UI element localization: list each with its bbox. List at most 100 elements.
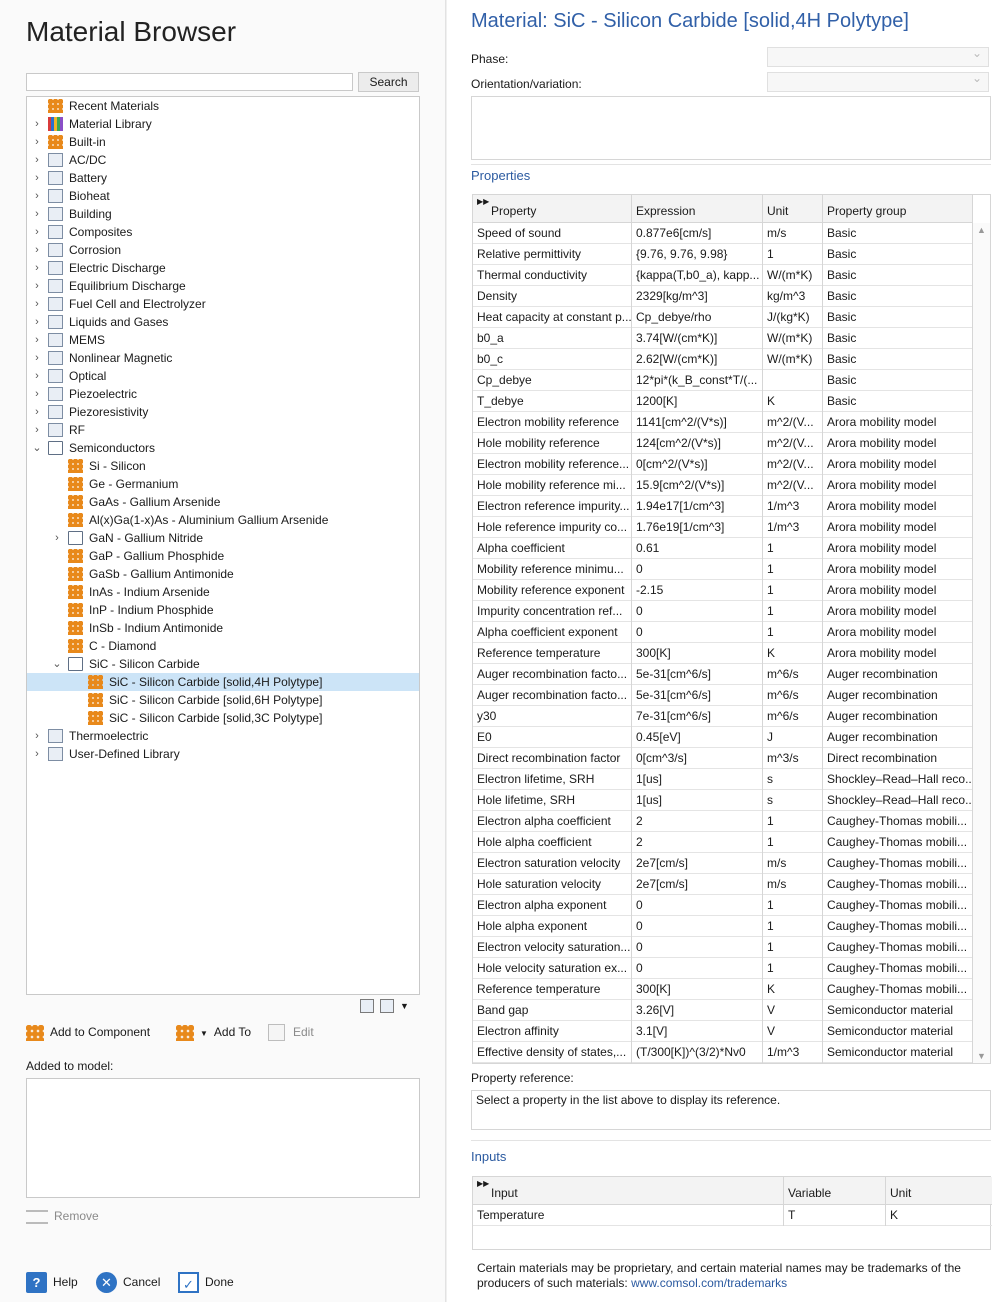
tree-item[interactable]: SiC - Silicon Carbide [solid,6H Polytype… [27, 691, 419, 709]
table-row[interactable]: Impurity concentration ref... 0 1 Arora mob… [473, 601, 973, 622]
table-row[interactable]: Cp_debye 12*pi*(k_B_const*T/(... Basic [473, 370, 973, 391]
tree-item[interactable]: Al(x)Ga(1-x)As - Aluminium Gallium Arsen… [27, 511, 419, 529]
column-header-unit[interactable]: Unit [763, 195, 823, 223]
properties-scrollbar[interactable]: ▲ ▼ [973, 223, 990, 1063]
scroll-up-icon[interactable]: ▲ [977, 225, 986, 235]
search-button[interactable]: Search [358, 72, 419, 92]
tree-item[interactable]: Recent Materials [27, 97, 419, 115]
table-row[interactable]: Speed of sound 0.877e6[cm/s] m/s Basic [473, 223, 973, 244]
column-header-unit[interactable]: Unit [886, 1177, 992, 1205]
tree-item[interactable]: SiC - Silicon Carbide [solid,4H Polytype… [27, 673, 419, 691]
chevron-right-icon[interactable]: › [32, 205, 42, 223]
column-header-property[interactable]: ▶▶ Property [473, 195, 632, 223]
table-row[interactable]: Electron alpha coefficient 2 1 Caughey-Thom… [473, 811, 973, 832]
table-row[interactable]: Thermal conductivity {kappa(T,b0_a), kapp… [473, 265, 973, 286]
remove-button[interactable]: Remove [26, 1206, 99, 1226]
tree-item[interactable]: › Composites [27, 223, 419, 241]
table-row[interactable]: Hole mobility reference 124[cm^2/(V*s)] m^… [473, 433, 973, 454]
chevron-right-icon[interactable]: › [32, 295, 42, 313]
chevron-right-icon[interactable]: › [32, 313, 42, 331]
table-row[interactable]: Hole saturation velocity 2e7[cm/s] m/s Caug… [473, 874, 973, 895]
tree-item[interactable]: › User-Defined Library [27, 745, 419, 763]
tree-item[interactable]: › Battery [27, 169, 419, 187]
table-row[interactable]: b0_c 2.62[W/(cm*K)] W/(m*K) Basic [473, 349, 973, 370]
table-row[interactable]: Hole velocity saturation ex... 0 1 Caughey-… [473, 958, 973, 979]
table-row[interactable]: Reference temperature 300[K] K Caughey-Thom… [473, 979, 973, 1000]
tree-item[interactable]: › Fuel Cell and Electrolyzer [27, 295, 419, 313]
tree-item[interactable]: Si - Silicon [27, 457, 419, 475]
table-row[interactable]: Temperature T K [473, 1205, 992, 1226]
tree-item[interactable]: InP - Indium Phosphide [27, 601, 419, 619]
column-header-property-group[interactable]: Property group [823, 195, 973, 223]
table-row[interactable]: b0_a 3.74[W/(cm*K)] W/(m*K) Basic [473, 328, 973, 349]
column-header-input[interactable]: ▶▶ Input [473, 1177, 784, 1205]
phase-select[interactable] [767, 46, 989, 67]
tree-item[interactable]: › AC/DC [27, 151, 419, 169]
table-row[interactable]: Hole lifetime, SRH 1[us] s Shockley–Read–Ha… [473, 790, 973, 811]
chevron-right-icon[interactable]: › [32, 421, 42, 439]
table-row[interactable]: Effective density of states,... (T/300[K]… [473, 1042, 973, 1063]
search-input[interactable] [26, 73, 353, 91]
tree-item[interactable]: ⌄ SiC - Silicon Carbide [27, 655, 419, 673]
table-row[interactable]: Alpha coefficient exponent 0 1 Arora mobili… [473, 622, 973, 643]
chevron-right-icon[interactable]: › [32, 115, 42, 133]
tree-item[interactable]: › Bioheat [27, 187, 419, 205]
chevron-right-icon[interactable]: › [32, 259, 42, 277]
tree-item[interactable]: › Piezoresistivity [27, 403, 419, 421]
chevron-down-icon[interactable]: ⌄ [52, 655, 62, 673]
table-row[interactable]: Direct recombination factor 0[cm^3/s] m^3/… [473, 748, 973, 769]
chevron-right-icon[interactable]: › [32, 187, 42, 205]
chevron-right-icon[interactable]: › [52, 529, 62, 547]
table-row[interactable]: Electron affinity 3.1[V] V Semiconductor ma… [473, 1021, 973, 1042]
tree-item[interactable]: › Equilibrium Discharge [27, 277, 419, 295]
material-tree[interactable]: Recent Materials › Material Library › Built-… [26, 96, 420, 995]
table-row[interactable]: Auger recombination facto... 5e-31[cm^6/s… [473, 664, 973, 685]
table-row[interactable]: Reference temperature 300[K] K Arora mobili… [473, 643, 973, 664]
table-row[interactable]: Hole mobility reference mi... 15.9[cm^2/(… [473, 475, 973, 496]
table-row[interactable]: Electron velocity saturation... 0 1 Caughey… [473, 937, 973, 958]
tree-item[interactable]: SiC - Silicon Carbide [solid,3C Polytype… [27, 709, 419, 727]
table-row[interactable]: Electron saturation velocity 2e7[cm/s] m/s… [473, 853, 973, 874]
tree-item[interactable]: GaSb - Gallium Antimonide [27, 565, 419, 583]
chevron-right-icon[interactable]: › [32, 385, 42, 403]
table-row[interactable]: Electron alpha exponent 0 1 Caughey-Thomas … [473, 895, 973, 916]
tree-item[interactable]: › Building [27, 205, 419, 223]
chevron-right-icon[interactable]: › [32, 223, 42, 241]
chevron-right-icon[interactable]: › [32, 133, 42, 151]
table-row[interactable]: y30 7e-31[cm^6/s] m^6/s Auger recombination [473, 706, 973, 727]
table-row[interactable]: Mobility reference minimu... 0 1 Arora mobi… [473, 559, 973, 580]
help-button[interactable]: ? Help [26, 1270, 78, 1294]
tree-item[interactable]: › Optical [27, 367, 419, 385]
tree-item[interactable]: GaP - Gallium Phosphide [27, 547, 419, 565]
table-row[interactable]: Electron reference impurity... 1.94e17[1/… [473, 496, 973, 517]
table-row[interactable]: Band gap 3.26[V] V Semiconductor material [473, 1000, 973, 1021]
tree-item[interactable]: › MEMS [27, 331, 419, 349]
tree-item[interactable]: › Built-in [27, 133, 419, 151]
orientation-select[interactable] [767, 71, 989, 92]
chevron-right-icon[interactable]: › [32, 745, 42, 763]
tree-item[interactable]: › Corrosion [27, 241, 419, 259]
tree-item[interactable]: InSb - Indium Antimonide [27, 619, 419, 637]
chevron-right-icon[interactable]: › [32, 367, 42, 385]
column-header-expression[interactable]: Expression [632, 195, 763, 223]
table-row[interactable]: Electron lifetime, SRH 1[us] s Shockley–Rea… [473, 769, 973, 790]
tree-item[interactable]: GaAs - Gallium Arsenide [27, 493, 419, 511]
tree-item[interactable]: › Liquids and Gases [27, 313, 419, 331]
chevron-right-icon[interactable]: › [32, 331, 42, 349]
chevron-right-icon[interactable]: › [32, 169, 42, 187]
tree-item[interactable]: › Material Library [27, 115, 419, 133]
table-row[interactable]: T_debye 1200[K] K Basic [473, 391, 973, 412]
filter-options-icon[interactable] [380, 998, 394, 1013]
table-row[interactable]: Hole alpha exponent 0 1 Caughey-Thomas mobi… [473, 916, 973, 937]
table-row[interactable]: Density 2329[kg/m^3] kg/m^3 Basic [473, 286, 973, 307]
table-row[interactable]: Alpha coefficient 0.61 1 Arora mobility mod… [473, 538, 973, 559]
tree-item[interactable]: C - Diamond [27, 637, 419, 655]
done-button[interactable]: ✓ Done [178, 1270, 234, 1294]
chevron-right-icon[interactable]: › [32, 727, 42, 745]
tree-item[interactable]: › Piezoelectric [27, 385, 419, 403]
chevron-right-icon[interactable]: › [32, 151, 42, 169]
added-to-model-list[interactable] [26, 1078, 420, 1198]
chevron-right-icon[interactable]: › [32, 241, 42, 259]
chevron-down-icon[interactable]: ▼ [400, 1001, 409, 1011]
cancel-button[interactable]: ✕ Cancel [96, 1270, 160, 1294]
